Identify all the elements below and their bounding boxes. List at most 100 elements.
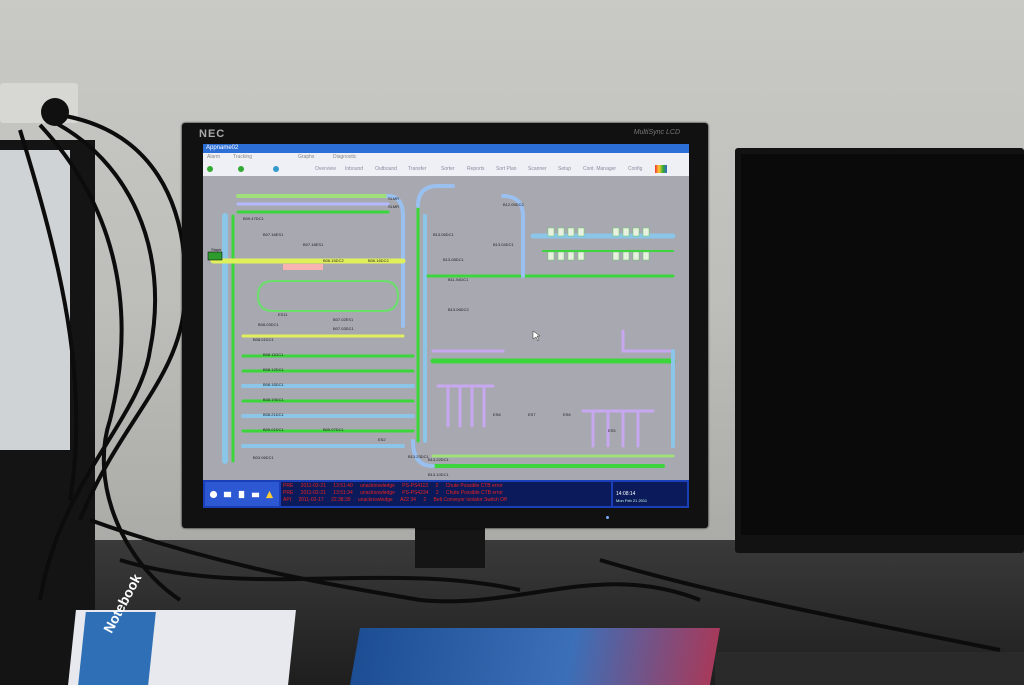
menu-item-graphs[interactable]: Graphs: [298, 154, 314, 160]
svg-text:ES11: ES11: [278, 312, 288, 317]
zoom-icon[interactable]: [273, 166, 279, 172]
svg-text:ES2: ES2: [378, 437, 386, 442]
monitor-screen: Appname02 Alarm Tracking Graphs Diagnost…: [203, 144, 689, 508]
warning-icon[interactable]: [265, 490, 274, 499]
toolbar-transfer[interactable]: Transfer: [408, 166, 426, 172]
alarm-source: PS-PS4113: [402, 483, 429, 489]
svg-text:B06.16DC2: B06.16DC2: [368, 258, 389, 263]
secondary-monitor-screen: [741, 154, 1024, 535]
toolbar-config[interactable]: Config: [628, 166, 642, 172]
alarm-level: 2: [435, 490, 439, 496]
keyboard: [715, 652, 1024, 685]
svg-text:B13.23DC1: B13.23DC1: [408, 454, 429, 459]
svg-text:B13.10DC1: B13.10DC1: [428, 472, 449, 477]
toolbar-sorter[interactable]: Sorter: [441, 166, 455, 172]
svg-text:B12.05DC2: B12.05DC2: [503, 202, 524, 207]
printer-icon[interactable]: [223, 490, 232, 499]
svg-text:B13.08DC1: B13.08DC1: [443, 257, 464, 262]
refresh-icon[interactable]: [207, 166, 213, 172]
alarm-message: Chute Possible CTB error: [445, 483, 503, 489]
alarm-status: unacknowledge: [360, 483, 395, 489]
svg-text:Staplr: Staplr: [211, 247, 222, 252]
svg-text:B07.02ES1: B07.02ES1: [333, 317, 354, 322]
svg-text:B09.47DC1: B09.47DC1: [243, 216, 264, 221]
alarm-date: 2011-02-17: [298, 497, 324, 503]
svg-text:B08.12DC1: B08.12DC1: [263, 367, 284, 372]
secondary-monitor: [735, 148, 1024, 553]
folder-icon[interactable]: [251, 490, 260, 499]
app-title: Appname02: [206, 145, 239, 151]
alarm-status: unacknowledge: [357, 497, 393, 503]
compass-icon[interactable]: [209, 490, 218, 499]
alarm-type: API: [283, 497, 292, 503]
primary-monitor: NEC MultiSync LCD Appname02 Alarm Tracki…: [182, 123, 708, 528]
app-menubar: Alarm Tracking Graphs Diagnostic Overvie…: [203, 153, 689, 176]
svg-text:B08.11DC1: B08.11DC1: [263, 352, 284, 357]
monitor-stand: [415, 528, 485, 568]
menu-item-alarm[interactable]: Alarm: [207, 154, 220, 160]
svg-text:B13.22DC1: B13.22DC1: [428, 457, 449, 462]
svg-text:SLMR: SLMR: [388, 204, 399, 209]
svg-text:B08.01DC1: B08.01DC1: [253, 337, 274, 342]
document-icon[interactable]: [237, 490, 246, 499]
svg-text:B07.03DC1: B07.03DC1: [333, 326, 354, 331]
svg-text:B08.03DC1: B08.03DC1: [258, 322, 279, 327]
svg-text:B03.06DC1: B03.06DC1: [253, 455, 274, 460]
svg-text:B13.04DC1: B13.04DC1: [493, 242, 514, 247]
svg-text:ES6: ES6: [563, 412, 571, 417]
alarm-time: 13:51:34: [333, 490, 353, 496]
svg-text:B07.16ES1: B07.16ES1: [263, 232, 284, 237]
toolbar-cont-manager[interactable]: Cont. Manager: [583, 166, 616, 172]
svg-text:B09.07DC1: B09.07DC1: [323, 427, 344, 432]
alarm-type: PRE: [283, 483, 294, 489]
svg-text:B13.06DC1: B13.06DC1: [433, 232, 454, 237]
svg-text:B11.04DC1: B11.04DC1: [448, 277, 469, 282]
app-titlebar: Appname02: [203, 144, 689, 153]
toolbar-sort-plan[interactable]: Sort Plan: [496, 166, 517, 172]
toolbar-inbound[interactable]: Inbound: [345, 166, 363, 172]
toolbar-reports[interactable]: Reports: [467, 166, 485, 172]
alarm-time: 22:38:39: [331, 497, 351, 503]
toolbar-outbound[interactable]: Outbound: [375, 166, 397, 172]
alarm-row[interactable]: PRE 2011-02-21 13:51:34 unacknowledge PS…: [283, 490, 509, 496]
alarm-row[interactable]: PRE 2011-02-21 13:51:40 unacknowledge PS…: [283, 483, 509, 489]
svg-text:ES7: ES7: [528, 412, 536, 417]
menu-item-tracking[interactable]: Tracking: [233, 154, 252, 160]
svg-text:B08.15DC1: B08.15DC1: [263, 382, 284, 387]
svg-text:SLMR: SLMR: [388, 196, 399, 201]
alarm-row[interactable]: API 2011-02-17 22:38:39 unacknowledge A2…: [283, 497, 513, 503]
toolbar-setup[interactable]: Setup: [558, 166, 571, 172]
company-logo-icon: [655, 165, 667, 173]
monitor-brand: NEC: [199, 128, 226, 140]
alarm-list: PRE 2011-02-21 13:51:40 unacknowledge PS…: [281, 482, 611, 506]
alarm-level: 2: [423, 497, 427, 503]
svg-text:B08.19DC1: B08.19DC1: [263, 397, 284, 402]
alarm-type: PRE: [283, 490, 294, 496]
svg-text:B09.01DC1: B09.01DC1: [263, 427, 284, 432]
alarm-message: Chute Possible CTB error: [445, 490, 503, 496]
clock-date: Mon Feb 21 2011: [616, 498, 648, 503]
magazine: [349, 628, 721, 685]
alarm-level: 2: [435, 483, 439, 489]
alarm-time: 13:51:40: [333, 483, 353, 489]
monitor-model: MultiSync LCD: [633, 129, 680, 136]
alarm-toolbar: [205, 482, 279, 506]
menu-item-diagnostic[interactable]: Diagnostic: [333, 154, 356, 160]
toolbar-overview[interactable]: Overview: [315, 166, 336, 172]
home-icon[interactable]: [238, 166, 244, 172]
svg-text:B13.06DC2: B13.06DC2: [448, 307, 469, 312]
clock-time: 14:08:14: [616, 491, 636, 497]
svg-text:B06.15DC2: B06.15DC2: [323, 258, 344, 263]
alarm-status: unacknowledge: [360, 490, 395, 496]
alarm-panel: PRE 2011-02-21 13:51:40 unacknowledge PS…: [203, 480, 689, 508]
svg-text:B08.21DC1: B08.21DC1: [263, 412, 284, 417]
svg-text:B07.18ES1: B07.18ES1: [303, 242, 324, 247]
svg-text:ES5: ES5: [608, 428, 616, 433]
alarm-message: Belt Conveyor Isolator Switch Off: [433, 497, 507, 503]
svg-text:ES8: ES8: [493, 412, 501, 417]
alarm-date: 2011-02-21: [300, 490, 326, 496]
power-led: [606, 516, 609, 519]
conveyor-diagram: B09.47DC1 B07.16ES1 B07.18ES1 B06.15DC2 …: [207, 184, 676, 477]
alarm-source: A22 34: [400, 497, 416, 503]
toolbar-scanner[interactable]: Scanner: [528, 166, 547, 172]
